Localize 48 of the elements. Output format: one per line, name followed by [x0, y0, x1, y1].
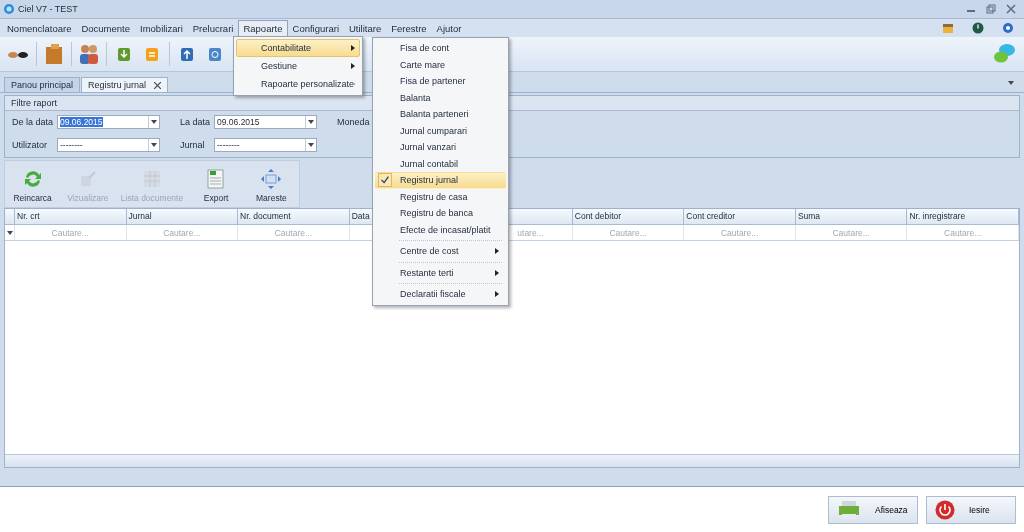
- menu-item[interactable]: Jurnal vanzari: [375, 139, 506, 156]
- menu-item[interactable]: Imobilizari: [135, 19, 188, 37]
- menu-item[interactable]: Contabilitate: [236, 39, 360, 57]
- menu-item[interactable]: Restante terti: [375, 264, 506, 281]
- menu-item[interactable]: Carte mare: [375, 56, 506, 73]
- column-header[interactable]: Nr. document: [240, 211, 291, 221]
- column-header[interactable]: Data: [351, 211, 370, 221]
- column-header[interactable]: Cont debitor: [574, 211, 622, 221]
- menu-item[interactable]: Nomenclatoare: [2, 19, 77, 37]
- toolbar-button[interactable]: Mareste: [243, 161, 299, 207]
- menu-item[interactable]: Balanta: [375, 89, 506, 106]
- menu-item[interactable]: Prelucrari: [187, 19, 239, 37]
- tab[interactable]: Registru jurnal: [81, 77, 169, 92]
- column-header[interactable]: Cont creditor: [686, 211, 735, 221]
- menu-item[interactable]: Registru de casa: [375, 188, 506, 205]
- tab[interactable]: Panou principal: [4, 77, 81, 92]
- menu-item[interactable]: Fisa de partener: [375, 73, 506, 90]
- menu-item[interactable]: Rapoarte personalizate: [236, 75, 360, 93]
- field-label: De la data: [12, 117, 54, 127]
- field-label: Utilizator: [12, 140, 47, 150]
- action-button[interactable]: Iesire: [926, 495, 1016, 524]
- window-title: Ciel V7 - TEST: [18, 4, 79, 14]
- action-button[interactable]: Afiseaza: [828, 495, 918, 524]
- menu-item[interactable]: Balanta parteneri: [375, 106, 506, 123]
- column-header[interactable]: Nr. inregistrare: [909, 211, 966, 221]
- menu-item[interactable]: Fisa de cont: [375, 40, 506, 57]
- menu-item[interactable]: Utilitare: [344, 19, 387, 37]
- field-label: Jurnal: [180, 140, 205, 150]
- toolbar-button[interactable]: Export: [188, 161, 244, 207]
- field-label: La data: [180, 117, 211, 127]
- menu-item[interactable]: Ferestre: [386, 19, 432, 37]
- menu-item[interactable]: Jurnal cumparari: [375, 122, 506, 139]
- menu-item[interactable]: Jurnal contabil: [375, 155, 506, 172]
- menu-item[interactable]: Gestiune: [236, 57, 360, 75]
- menu-item[interactable]: Registru de banca: [375, 205, 506, 222]
- menu-item[interactable]: Rapoarte: [238, 19, 288, 37]
- menu-item[interactable]: Documente: [76, 19, 135, 37]
- menu-item[interactable]: Configurari: [287, 19, 344, 37]
- toolbar-button[interactable]: Reincarca: [5, 161, 61, 207]
- column-header[interactable]: Jurnal: [128, 211, 152, 221]
- field-label: Moneda: [337, 117, 370, 127]
- column-header[interactable]: Nr. crt: [17, 211, 40, 221]
- column-header[interactable]: Suma: [797, 211, 821, 221]
- menu-item[interactable]: Efecte de incasat/platit: [375, 221, 506, 238]
- menu-item[interactable]: Ajutor: [431, 19, 467, 37]
- menu-item[interactable]: Centre de cost: [375, 243, 506, 260]
- menu-item[interactable]: Registru jurnal: [375, 172, 506, 189]
- menu-item[interactable]: Declaratii fiscale: [375, 286, 506, 303]
